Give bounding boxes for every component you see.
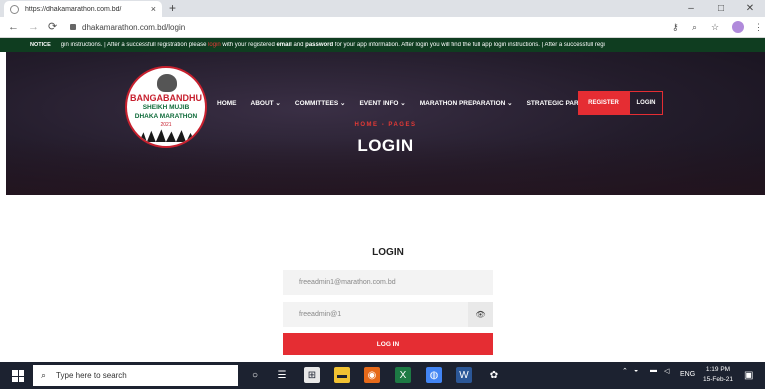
notification-icon[interactable]: ▣ xyxy=(744,370,753,381)
notice-text-pre: gin instructions. | After a successfull … xyxy=(60,42,209,48)
breadcrumb-home[interactable]: HOME xyxy=(355,122,379,128)
tray-chevron-icon[interactable]: ⌃ xyxy=(622,367,628,375)
nav-item-home[interactable]: HOME xyxy=(217,100,237,107)
browser-tab[interactable]: https://dhakamarathon.com.bd/ × xyxy=(4,1,162,17)
breadcrumb-separator: - xyxy=(378,122,389,128)
task-view-icon[interactable]: ☰ xyxy=(274,367,290,383)
firefox-icon[interactable]: ◉ xyxy=(364,367,380,383)
excel-icon[interactable]: X xyxy=(395,367,411,383)
forward-icon[interactable]: → xyxy=(28,20,39,34)
chrome-icon[interactable]: ◍ xyxy=(426,367,442,383)
menu-kebab-icon[interactable]: ⋮ xyxy=(754,20,763,34)
notice-bar: NOTICE gin instructions. | After a succe… xyxy=(0,38,765,52)
clock-time: 1:19 PM xyxy=(705,366,731,373)
store-icon[interactable]: ⊞ xyxy=(304,367,320,383)
notice-text-and: and xyxy=(291,42,306,48)
window-maximize-button[interactable]: □ xyxy=(706,0,736,17)
taskbar-search-placeholder: Type here to search xyxy=(56,371,127,380)
notice-text-post: for your app information. After login yo… xyxy=(333,42,605,48)
notice-marquee: gin instructions. | After a successfull … xyxy=(61,42,765,48)
login-submit-button[interactable]: LOG IN xyxy=(283,333,493,355)
email-field[interactable]: freeadmin1@marathon.com.bd xyxy=(283,270,493,295)
browser-tabstrip: https://dhakamarathon.com.bd/ × + – □ ✕ xyxy=(0,0,765,17)
main-navigation: HOME ABOUT ⌄ COMMITTEES ⌄ EVENT INFO ⌄ M… xyxy=(217,96,622,110)
tab-close-icon[interactable]: × xyxy=(151,4,156,14)
logo-line-3: DHAKA MARATHON xyxy=(134,113,198,120)
windows-start-icon[interactable] xyxy=(12,370,24,382)
tray-language[interactable]: ENG xyxy=(680,371,695,378)
file-explorer-icon[interactable]: ▬ xyxy=(334,367,350,383)
url-text: dhakamarathon.com.bd/login xyxy=(82,22,186,32)
hero-banner: BANGABANDHU SHEIKH MUJIB DHAKA MARATHON … xyxy=(6,52,765,195)
address-bar[interactable]: dhakamarathon.com.bd/login xyxy=(70,20,660,34)
show-password-eye-icon[interactable]: 👁 xyxy=(468,302,493,327)
clock-date: 15-Feb-21 xyxy=(703,376,733,383)
tray-battery-icon[interactable]: ▬ xyxy=(650,367,657,374)
bookmark-star-icon[interactable]: ☆ xyxy=(711,20,719,34)
password-field[interactable]: freeadmin@1 xyxy=(283,302,468,327)
nav-item-about[interactable]: ABOUT ⌄ xyxy=(251,99,281,107)
profile-avatar[interactable] xyxy=(732,21,744,33)
notice-password-bold: password xyxy=(305,42,334,48)
nav-item-marathon-preparation[interactable]: MARATHON PREPARATION ⌄ xyxy=(420,99,513,107)
window-close-button[interactable]: ✕ xyxy=(735,0,765,17)
nav-item-event-info[interactable]: EVENT INFO ⌄ xyxy=(359,99,405,107)
site-favicon-icon xyxy=(10,4,19,14)
register-button[interactable]: REGISTER xyxy=(578,91,629,115)
taskbar-search-input[interactable]: ⌕ Type here to search xyxy=(33,365,238,386)
browser-toolbar: ← → ⟳ dhakamarathon.com.bd/login ⚷ ⌕ ☆ ⋮ xyxy=(0,17,765,38)
notice-label: NOTICE xyxy=(30,42,51,48)
login-form-title: LOGIN xyxy=(372,247,404,258)
key-icon[interactable]: ⚷ xyxy=(672,20,679,34)
nav-item-committees[interactable]: COMMITTEES ⌄ xyxy=(295,99,346,107)
new-tab-button[interactable]: + xyxy=(169,1,176,15)
page-title: LOGIN xyxy=(357,136,414,155)
back-icon[interactable]: ← xyxy=(8,20,19,34)
tray-network-icon[interactable]: ◒ xyxy=(634,367,638,374)
zoom-search-icon[interactable]: ⌕ xyxy=(692,20,697,34)
lock-icon xyxy=(70,24,76,30)
breadcrumb: HOME - PAGES xyxy=(6,122,765,128)
tab-title: https://dhakamarathon.com.bd/ xyxy=(25,5,122,13)
word-icon[interactable]: W xyxy=(456,367,472,383)
tray-volume-icon[interactable]: ◁ xyxy=(664,367,669,375)
cortana-icon[interactable]: ○ xyxy=(247,367,263,383)
logo-line-1: BANGABANDHU xyxy=(130,93,202,103)
reload-icon[interactable]: ⟳ xyxy=(48,20,57,34)
search-icon: ⌕ xyxy=(41,370,47,380)
header-login-button[interactable]: LOGIN xyxy=(629,91,663,115)
notice-login-link[interactable]: login xyxy=(208,42,221,48)
breadcrumb-pages: PAGES xyxy=(388,122,417,128)
notice-text-mid: with your registered xyxy=(220,42,277,48)
windows-taskbar: ⌕ Type here to search ○ ☰ ⊞ ▬ ◉ X ◍ W ✿ … xyxy=(0,362,765,389)
notice-email-bold: email xyxy=(276,42,292,48)
taskbar-clock[interactable]: 1:19 PM 15-Feb-21 xyxy=(700,365,736,385)
app-icon[interactable]: ✿ xyxy=(486,367,502,383)
logo-portrait xyxy=(157,74,177,92)
window-minimize-button[interactable]: – xyxy=(676,0,706,17)
logo-line-2: SHEIKH MUJIB xyxy=(142,104,190,111)
